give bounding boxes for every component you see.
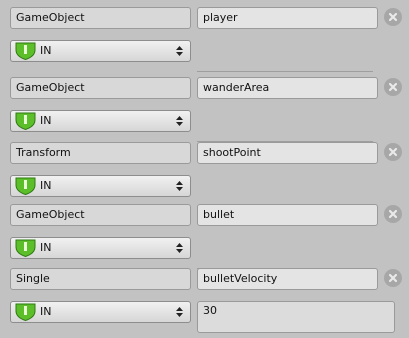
up-down-arrows-icon (176, 116, 183, 126)
shield-icon (15, 42, 36, 60)
type-field[interactable]: GameObject (10, 77, 191, 99)
direction-label: IN (40, 179, 52, 192)
separator (197, 71, 373, 72)
close-icon (388, 147, 398, 157)
close-icon (388, 82, 398, 92)
name-field[interactable]: wanderArea (197, 77, 378, 99)
direction-select[interactable]: IN (10, 110, 191, 132)
direction-select[interactable]: IN (10, 175, 191, 197)
shield-icon (15, 239, 36, 257)
variable-list: GameObject player IN GameObject wanderAr… (6, 0, 406, 338)
type-field[interactable]: GameObject (10, 204, 191, 226)
shield-icon (15, 303, 36, 321)
remove-button[interactable] (384, 143, 402, 161)
close-icon (388, 273, 398, 283)
up-down-arrows-icon (176, 243, 183, 253)
remove-button[interactable] (384, 205, 402, 223)
remove-button[interactable] (384, 78, 402, 96)
value-field[interactable]: 30 (197, 301, 395, 333)
close-icon (388, 209, 398, 219)
remove-button[interactable] (384, 269, 402, 287)
direction-label: IN (40, 114, 52, 127)
type-field[interactable]: Transform (10, 142, 191, 164)
direction-select[interactable]: IN (10, 301, 191, 323)
name-field[interactable]: player (197, 7, 378, 29)
direction-label: IN (40, 44, 52, 57)
shield-icon (15, 112, 36, 130)
direction-select[interactable]: IN (10, 40, 191, 62)
shield-icon (15, 177, 36, 195)
name-field[interactable]: bulletVelocity (197, 268, 378, 290)
type-field[interactable]: Single (10, 268, 191, 290)
direction-label: IN (40, 305, 52, 318)
up-down-arrows-icon (176, 181, 183, 191)
up-down-arrows-icon (176, 307, 183, 317)
name-field[interactable]: shootPoint (197, 142, 378, 164)
name-field[interactable]: bullet (197, 204, 378, 226)
direction-label: IN (40, 241, 52, 254)
type-field[interactable]: GameObject (10, 7, 191, 29)
close-icon (388, 12, 398, 22)
direction-select[interactable]: IN (10, 237, 191, 259)
up-down-arrows-icon (176, 46, 183, 56)
remove-button[interactable] (384, 8, 402, 26)
